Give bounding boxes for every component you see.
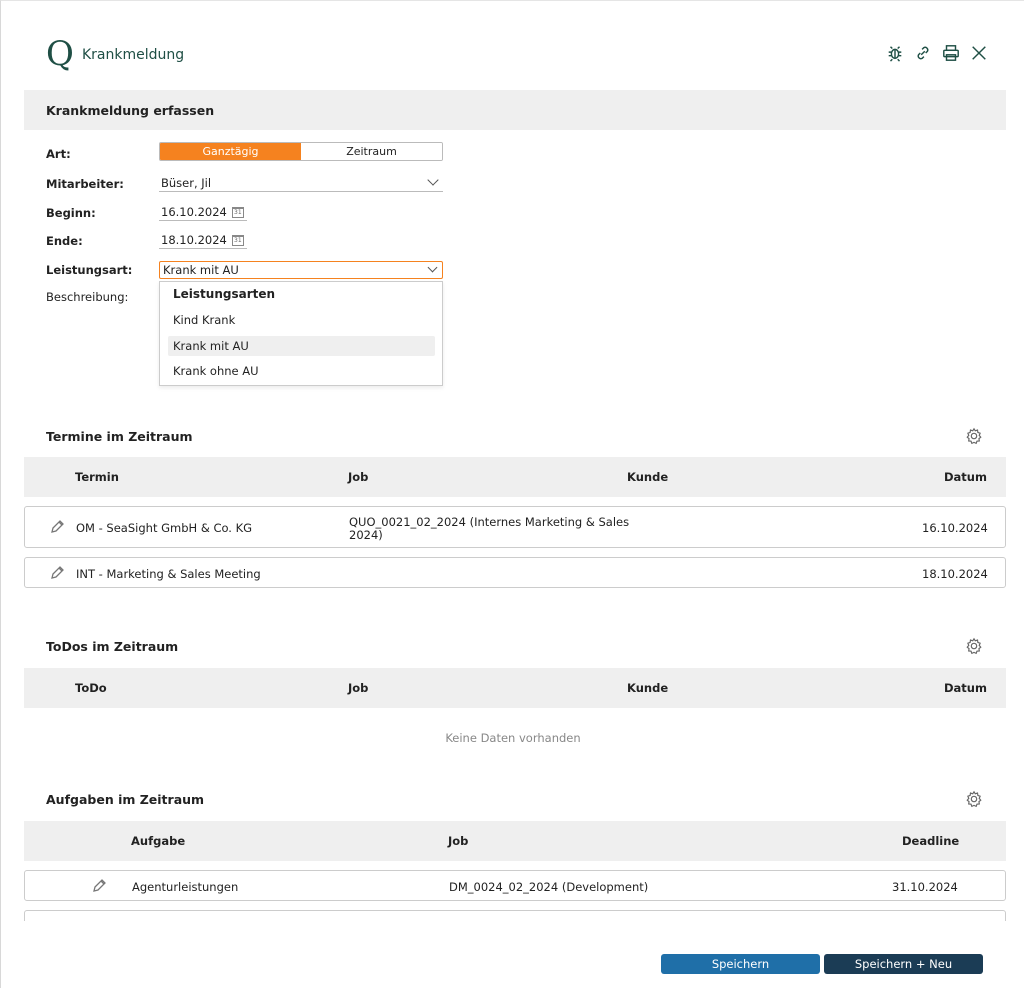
- todos-empty-message: Keine Daten vorhanden: [445, 731, 581, 745]
- termine-settings-gear-icon[interactable]: [965, 427, 983, 445]
- art-option-zeitraum[interactable]: Zeitraum: [301, 143, 442, 160]
- print-icon[interactable]: [941, 43, 961, 63]
- termine-table-header: Termin Job Kunde Datum: [24, 457, 1006, 497]
- table-row[interactable]: INT - Marketing & Sales Meeting 18.10.20…: [24, 557, 1006, 588]
- job-cell: DM_0024_02_2024 (Development): [449, 880, 649, 894]
- datum-cell: 16.10.2024: [922, 521, 988, 535]
- edit-pencil-icon[interactable]: [49, 565, 65, 581]
- datum-cell: 18.10.2024: [922, 567, 988, 581]
- art-option-ganztaegig[interactable]: Ganztägig: [160, 143, 301, 160]
- column-header-termin[interactable]: Termin: [75, 470, 119, 484]
- aufgabe-cell: Agenturleistungen: [132, 880, 239, 894]
- ende-date-input[interactable]: 18.10.2024: [159, 231, 247, 249]
- column-header-job[interactable]: Job: [348, 681, 368, 695]
- bug-icon[interactable]: [885, 43, 905, 63]
- app-logo: Q: [46, 34, 74, 74]
- chevron-down-icon: [427, 262, 438, 273]
- column-header-deadline[interactable]: Deadline: [902, 834, 959, 848]
- calendar-icon[interactable]: [232, 207, 244, 218]
- dropdown-option-krank-ohne-au[interactable]: Krank ohne AU: [168, 361, 435, 381]
- aufgaben-table-header: Aufgabe Job Deadline: [24, 821, 1006, 861]
- form-section-header: Krankmeldung erfassen: [24, 90, 1006, 130]
- chevron-down-icon: [427, 174, 439, 186]
- link-icon[interactable]: [913, 43, 933, 63]
- header-toolbar: [885, 43, 989, 63]
- art-label: Art:: [46, 147, 71, 161]
- beschreibung-label: Beschreibung:: [46, 290, 129, 304]
- save-and-new-button[interactable]: Speichern + Neu: [824, 954, 983, 974]
- beginn-value: 16.10.2024: [161, 205, 227, 219]
- dropdown-option-krank-mit-au[interactable]: Krank mit AU: [168, 336, 435, 356]
- column-header-kunde[interactable]: Kunde: [627, 681, 668, 695]
- art-toggle: Ganztägig Zeitraum: [159, 142, 443, 161]
- edit-pencil-icon[interactable]: [91, 878, 107, 894]
- todos-settings-gear-icon[interactable]: [965, 637, 983, 655]
- mitarbeiter-label: Mitarbeiter:: [46, 177, 124, 191]
- leistungsart-label: Leistungsart:: [46, 263, 133, 277]
- beginn-date-input[interactable]: 16.10.2024: [159, 203, 247, 221]
- close-icon[interactable]: [969, 43, 989, 63]
- job-cell-line2: 2024): [349, 528, 383, 542]
- table-row[interactable]: OM - SeaSight GmbH & Co. KG QUO_0021_02_…: [24, 506, 1006, 548]
- dialog-header: Q Krankmeldung: [1, 1, 1024, 89]
- mitarbeiter-value: Büser, Jil: [161, 176, 212, 190]
- column-header-job[interactable]: Job: [448, 834, 468, 848]
- dialog-title: Krankmeldung: [82, 47, 185, 63]
- leistungsart-dropdown: Leistungsarten Kind Krank Krank mit AU K…: [159, 281, 443, 386]
- termin-cell: INT - Marketing & Sales Meeting: [76, 567, 261, 581]
- column-header-aufgabe[interactable]: Aufgabe: [131, 834, 185, 848]
- todos-table-header: ToDo Job Kunde Datum: [24, 668, 1006, 708]
- calendar-icon[interactable]: [232, 235, 244, 246]
- dropdown-option-kind-krank[interactable]: Kind Krank: [168, 310, 435, 330]
- job-cell-line1: QUO_0021_02_2024 (Internes Marketing & S…: [349, 515, 630, 529]
- column-header-job[interactable]: Job: [348, 470, 368, 484]
- krankmeldung-dialog: Q Krankmeldung Krankmeldung erfassen Art…: [0, 0, 1024, 988]
- ende-value: 18.10.2024: [161, 233, 227, 247]
- aufgaben-settings-gear-icon[interactable]: [965, 790, 983, 808]
- table-row[interactable]: Agenturleistungen DM_0024_02_2024 (Devel…: [24, 870, 1006, 901]
- form-section-title: Krankmeldung erfassen: [46, 103, 215, 118]
- mitarbeiter-select[interactable]: Büser, Jil: [159, 174, 443, 192]
- scroll-fade: [1, 921, 1024, 951]
- save-button[interactable]: Speichern: [661, 954, 820, 974]
- beginn-label: Beginn:: [46, 206, 96, 220]
- leistungsart-value: Krank mit AU: [163, 263, 239, 277]
- todos-title: ToDos im Zeitraum: [46, 639, 179, 654]
- edit-pencil-icon[interactable]: [49, 519, 65, 535]
- dropdown-group-header: Leistungsarten: [173, 287, 276, 301]
- column-header-datum[interactable]: Datum: [944, 681, 987, 695]
- column-header-datum[interactable]: Datum: [944, 470, 987, 484]
- column-header-todo[interactable]: ToDo: [75, 681, 107, 695]
- termine-title: Termine im Zeitraum: [46, 429, 193, 444]
- aufgaben-title: Aufgaben im Zeitraum: [46, 792, 205, 807]
- leistungsart-select[interactable]: Krank mit AU: [159, 261, 443, 279]
- ende-label: Ende:: [46, 234, 83, 248]
- deadline-cell: 31.10.2024: [892, 880, 958, 894]
- column-header-kunde[interactable]: Kunde: [627, 470, 668, 484]
- termin-cell: OM - SeaSight GmbH & Co. KG: [76, 521, 253, 535]
